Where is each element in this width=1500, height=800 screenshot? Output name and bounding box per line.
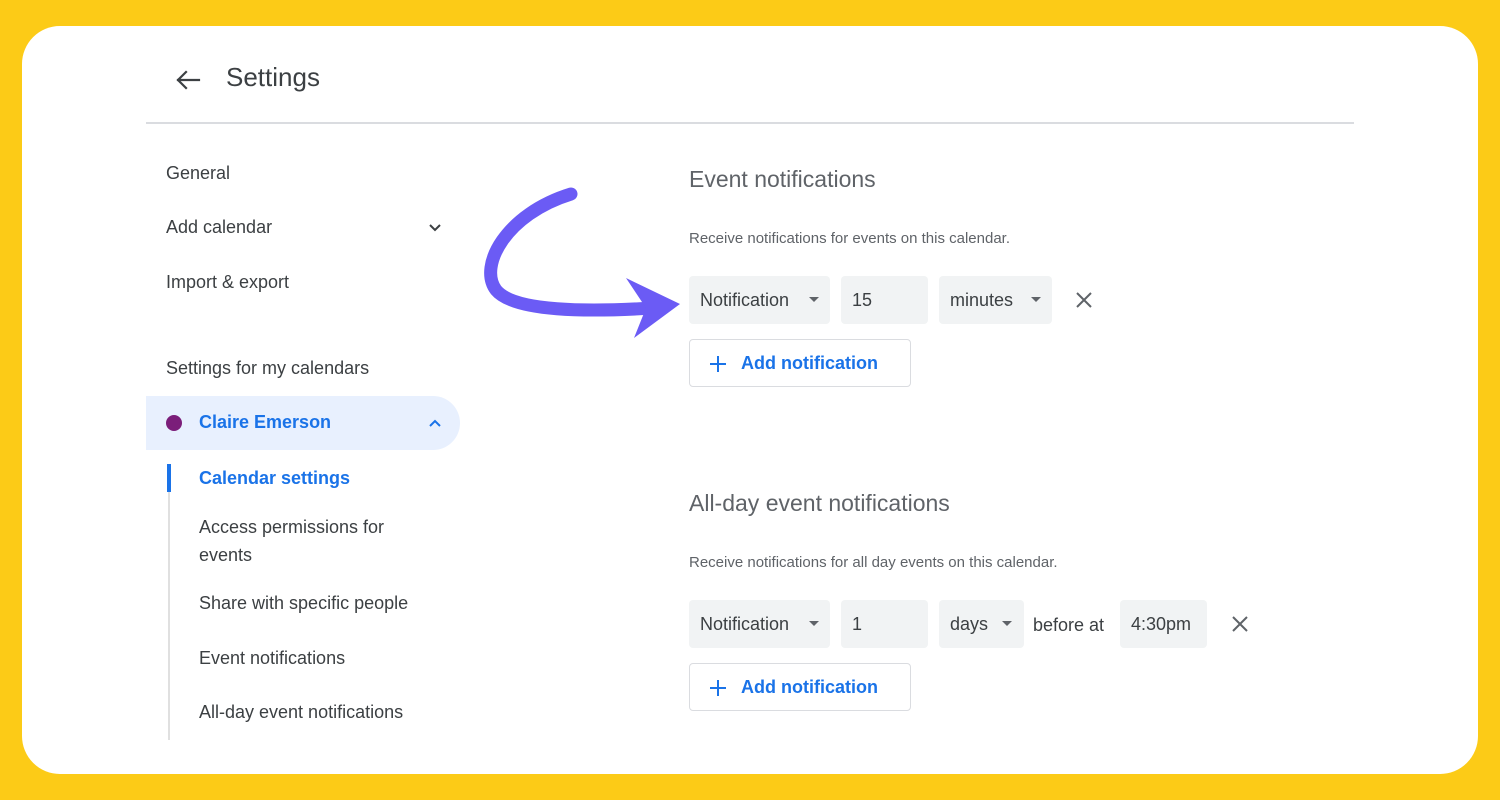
notification-unit-value: minutes	[950, 289, 1014, 310]
allday-notification-type-value: Notification	[700, 613, 790, 634]
close-icon	[1232, 616, 1248, 632]
caret-down-icon	[809, 297, 819, 302]
back-button[interactable]	[168, 64, 208, 96]
add-notification-label: Add notification	[741, 353, 878, 373]
sidebar-item-calendar[interactable]: Claire Emerson	[146, 396, 460, 450]
plus-icon	[710, 356, 726, 372]
event-notifications-description: Receive notifications for events on this…	[689, 230, 1011, 247]
chevron-down-icon[interactable]	[424, 217, 446, 239]
sidebar-item-general[interactable]: General	[166, 163, 230, 184]
arrow-left-icon	[176, 70, 201, 90]
remove-allday-notification-button[interactable]	[1224, 608, 1256, 640]
header-divider	[146, 122, 1354, 124]
allday-notification-unit-value: days	[950, 613, 989, 634]
allday-notification-time-input[interactable]: 4:30pm	[1120, 600, 1207, 648]
subnav-allday-notifications[interactable]: All-day event notifications	[199, 698, 403, 726]
close-icon	[1076, 292, 1092, 308]
add-allday-notification-label: Add notification	[741, 677, 878, 697]
sidebar-item-import-export[interactable]: Import & export	[166, 272, 289, 293]
subnav-share-people[interactable]: Share with specific people	[199, 589, 408, 617]
chevron-up-icon[interactable]	[424, 412, 446, 434]
before-at-text: before at	[1033, 615, 1105, 635]
allday-notifications-title: All-day event notifications	[689, 490, 950, 516]
sidebar-section-heading: Settings for my calendars	[166, 358, 370, 378]
allday-notification-amount-input[interactable]: 1	[841, 600, 928, 648]
subnav-event-notifications[interactable]: Event notifications	[199, 644, 345, 672]
caret-down-icon	[1002, 621, 1012, 626]
subnav-rail	[168, 464, 170, 740]
event-notifications-title: Event notifications	[689, 166, 876, 192]
remove-notification-button[interactable]	[1068, 284, 1100, 316]
notification-amount-input[interactable]: 15	[841, 276, 928, 324]
settings-window: Settings General Add calendar Import & e…	[22, 26, 1478, 774]
calendar-name: Claire Emerson	[199, 412, 332, 432]
notification-type-value: Notification	[700, 289, 790, 310]
caret-down-icon	[1031, 297, 1041, 302]
subnav-active-indicator	[167, 464, 171, 492]
allday-notifications-description: Receive notifications for all day events…	[689, 554, 1058, 571]
subnav-access-permissions[interactable]: Access permissions for events	[199, 513, 429, 569]
caret-down-icon	[809, 621, 819, 626]
notification-unit-select[interactable]: minutes	[939, 276, 1052, 324]
add-allday-notification-button[interactable]: Add notification	[689, 663, 911, 711]
sidebar-item-add-calendar[interactable]: Add calendar	[166, 217, 272, 238]
annotation-arrow	[484, 187, 680, 338]
plus-icon	[710, 680, 726, 696]
page-title: Settings	[226, 62, 320, 92]
allday-notification-unit-select[interactable]: days	[939, 600, 1024, 648]
add-notification-button[interactable]: Add notification	[689, 339, 911, 387]
calendar-color-dot	[166, 415, 182, 431]
allday-notification-type-select[interactable]: Notification	[689, 600, 830, 648]
subnav-calendar-settings[interactable]: Calendar settings	[199, 464, 350, 492]
settings-header: Settings	[22, 26, 1478, 126]
notification-type-select[interactable]: Notification	[689, 276, 830, 324]
